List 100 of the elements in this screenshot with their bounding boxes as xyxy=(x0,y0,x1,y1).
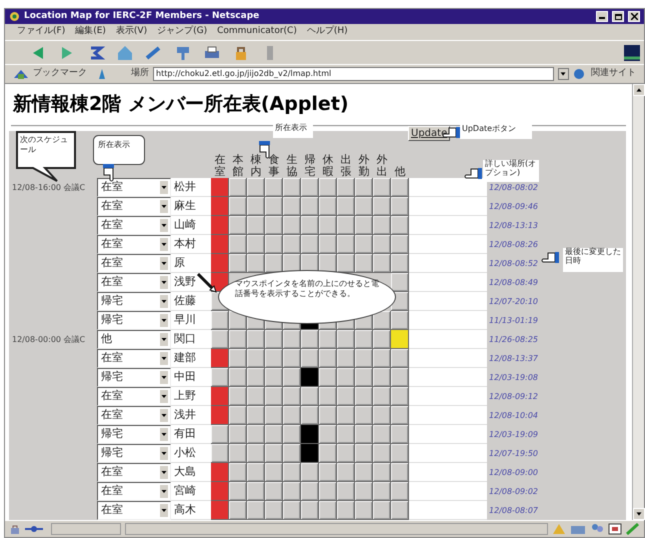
location-cell[interactable] xyxy=(247,197,265,216)
location-cell[interactable] xyxy=(265,501,283,520)
location-cell[interactable] xyxy=(319,387,337,406)
place-field[interactable] xyxy=(409,444,487,463)
location-cell[interactable] xyxy=(265,482,283,501)
location-cell[interactable] xyxy=(319,216,337,235)
location-cell[interactable] xyxy=(229,349,247,368)
location-cell[interactable] xyxy=(247,425,265,444)
member-name[interactable]: 佐藤 xyxy=(171,292,211,311)
member-name[interactable]: 中田 xyxy=(171,368,211,387)
member-name[interactable]: 浅井 xyxy=(171,406,211,425)
location-cell[interactable] xyxy=(319,406,337,425)
location-cell[interactable] xyxy=(337,387,355,406)
location-cell[interactable] xyxy=(373,406,391,425)
bookmarks-button[interactable]: ブックマーク xyxy=(33,67,87,81)
place-field[interactable] xyxy=(409,197,487,216)
location-cell[interactable] xyxy=(283,254,301,273)
location-cell[interactable] xyxy=(229,368,247,387)
location-cell[interactable] xyxy=(391,273,409,292)
location-cell[interactable] xyxy=(247,501,265,520)
location-cell[interactable] xyxy=(355,216,373,235)
location-cell[interactable] xyxy=(373,254,391,273)
status-dropdown[interactable]: 在室 xyxy=(97,501,171,520)
location-cell[interactable] xyxy=(391,425,409,444)
location-cell[interactable] xyxy=(373,463,391,482)
place-field[interactable] xyxy=(409,387,487,406)
member-name[interactable]: 小松 xyxy=(171,444,211,463)
location-cell[interactable] xyxy=(211,311,229,330)
location-cell[interactable] xyxy=(265,425,283,444)
location-cell[interactable] xyxy=(229,406,247,425)
update-button[interactable]: Update xyxy=(408,126,450,141)
location-cell[interactable] xyxy=(319,178,337,197)
location-cell[interactable] xyxy=(355,444,373,463)
location-cell[interactable] xyxy=(319,501,337,520)
member-name[interactable]: 早川 xyxy=(171,311,211,330)
location-cell[interactable] xyxy=(265,349,283,368)
member-name[interactable]: 松井 xyxy=(171,178,211,197)
location-cell[interactable] xyxy=(373,311,391,330)
location-cell[interactable] xyxy=(355,425,373,444)
minimize-button[interactable] xyxy=(596,11,608,22)
location-cell[interactable] xyxy=(391,368,409,387)
location-cell[interactable] xyxy=(283,444,301,463)
location-cell[interactable] xyxy=(247,235,265,254)
location-cell[interactable] xyxy=(373,444,391,463)
location-cell[interactable] xyxy=(247,216,265,235)
location-cell[interactable] xyxy=(355,482,373,501)
place-field[interactable] xyxy=(409,235,487,254)
location-cell[interactable] xyxy=(301,330,319,349)
location-cell[interactable] xyxy=(229,235,247,254)
place-field[interactable] xyxy=(409,463,487,482)
location-cell[interactable] xyxy=(391,178,409,197)
location-cell[interactable] xyxy=(373,216,391,235)
location-cell[interactable] xyxy=(319,444,337,463)
location-cell[interactable] xyxy=(337,254,355,273)
location-cell[interactable] xyxy=(391,216,409,235)
location-cell[interactable] xyxy=(319,235,337,254)
location-cell[interactable] xyxy=(283,368,301,387)
lock-icon[interactable] xyxy=(9,524,21,534)
location-cell[interactable] xyxy=(391,482,409,501)
location-cell[interactable] xyxy=(229,463,247,482)
location-cell[interactable] xyxy=(229,444,247,463)
place-field[interactable] xyxy=(409,368,487,387)
location-cell[interactable] xyxy=(373,330,391,349)
close-button[interactable] xyxy=(628,11,640,22)
location-cell[interactable] xyxy=(391,501,409,520)
location-cell[interactable] xyxy=(265,254,283,273)
location-cell[interactable] xyxy=(319,197,337,216)
member-name[interactable]: 関口 xyxy=(171,330,211,349)
location-cell[interactable] xyxy=(283,197,301,216)
status-dropdown[interactable]: 在室 xyxy=(97,216,171,235)
location-cell[interactable] xyxy=(283,178,301,197)
location-cell[interactable] xyxy=(355,368,373,387)
location-cell[interactable] xyxy=(229,216,247,235)
location-cell[interactable] xyxy=(391,311,409,330)
location-cell[interactable] xyxy=(229,425,247,444)
location-cell[interactable] xyxy=(283,501,301,520)
location-cell[interactable] xyxy=(337,482,355,501)
location-cell[interactable] xyxy=(337,444,355,463)
location-cell[interactable] xyxy=(301,235,319,254)
location-cell[interactable] xyxy=(265,330,283,349)
place-field[interactable] xyxy=(409,501,487,520)
location-cell[interactable] xyxy=(319,330,337,349)
location-cell[interactable] xyxy=(355,387,373,406)
location-cell[interactable] xyxy=(211,425,229,444)
member-name[interactable]: 宮崎 xyxy=(171,482,211,501)
location-cell[interactable] xyxy=(229,197,247,216)
location-cell[interactable] xyxy=(337,178,355,197)
place-field[interactable] xyxy=(409,349,487,368)
location-cell[interactable] xyxy=(265,197,283,216)
menu-item[interactable]: Communicator(C) xyxy=(217,25,297,39)
status-dropdown[interactable]: 帰宅 xyxy=(97,444,171,463)
related-sites-button[interactable]: 関連サイト xyxy=(591,67,636,81)
location-cell[interactable] xyxy=(391,235,409,254)
location-cell[interactable] xyxy=(391,254,409,273)
location-cell[interactable] xyxy=(247,482,265,501)
place-field[interactable] xyxy=(409,254,487,273)
location-cell[interactable] xyxy=(373,425,391,444)
place-field[interactable] xyxy=(409,330,487,349)
location-cell[interactable] xyxy=(373,197,391,216)
location-cell[interactable] xyxy=(283,482,301,501)
